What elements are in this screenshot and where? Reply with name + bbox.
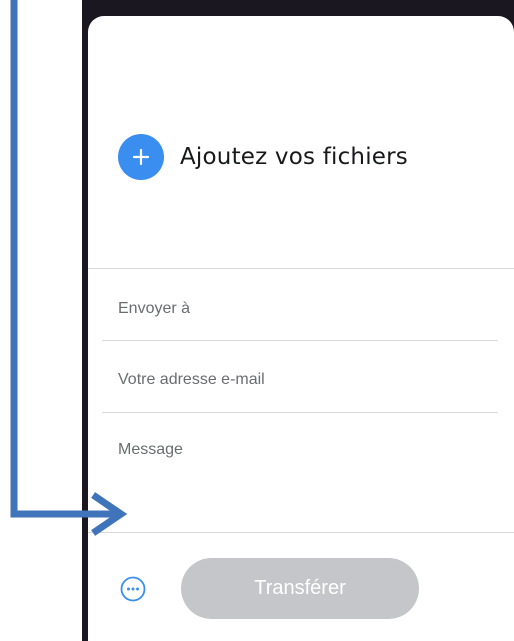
message-field[interactable] xyxy=(118,440,488,500)
transfer-button[interactable]: Transférer xyxy=(181,558,419,619)
add-files-button[interactable]: Ajoutez vos fichiers xyxy=(118,134,408,180)
footer-divider xyxy=(88,532,514,533)
upload-divider xyxy=(88,268,514,269)
more-options-icon[interactable] xyxy=(118,574,148,604)
recipient-email-field[interactable] xyxy=(118,295,488,323)
add-files-label: Ajoutez vos fichiers xyxy=(180,144,408,170)
plus-icon[interactable] xyxy=(118,134,164,180)
sender-email-field[interactable] xyxy=(118,366,488,394)
field-divider xyxy=(102,340,498,341)
transfer-panel: Ajoutez vos fichiers Transférer xyxy=(88,16,514,641)
field-divider xyxy=(102,412,498,413)
